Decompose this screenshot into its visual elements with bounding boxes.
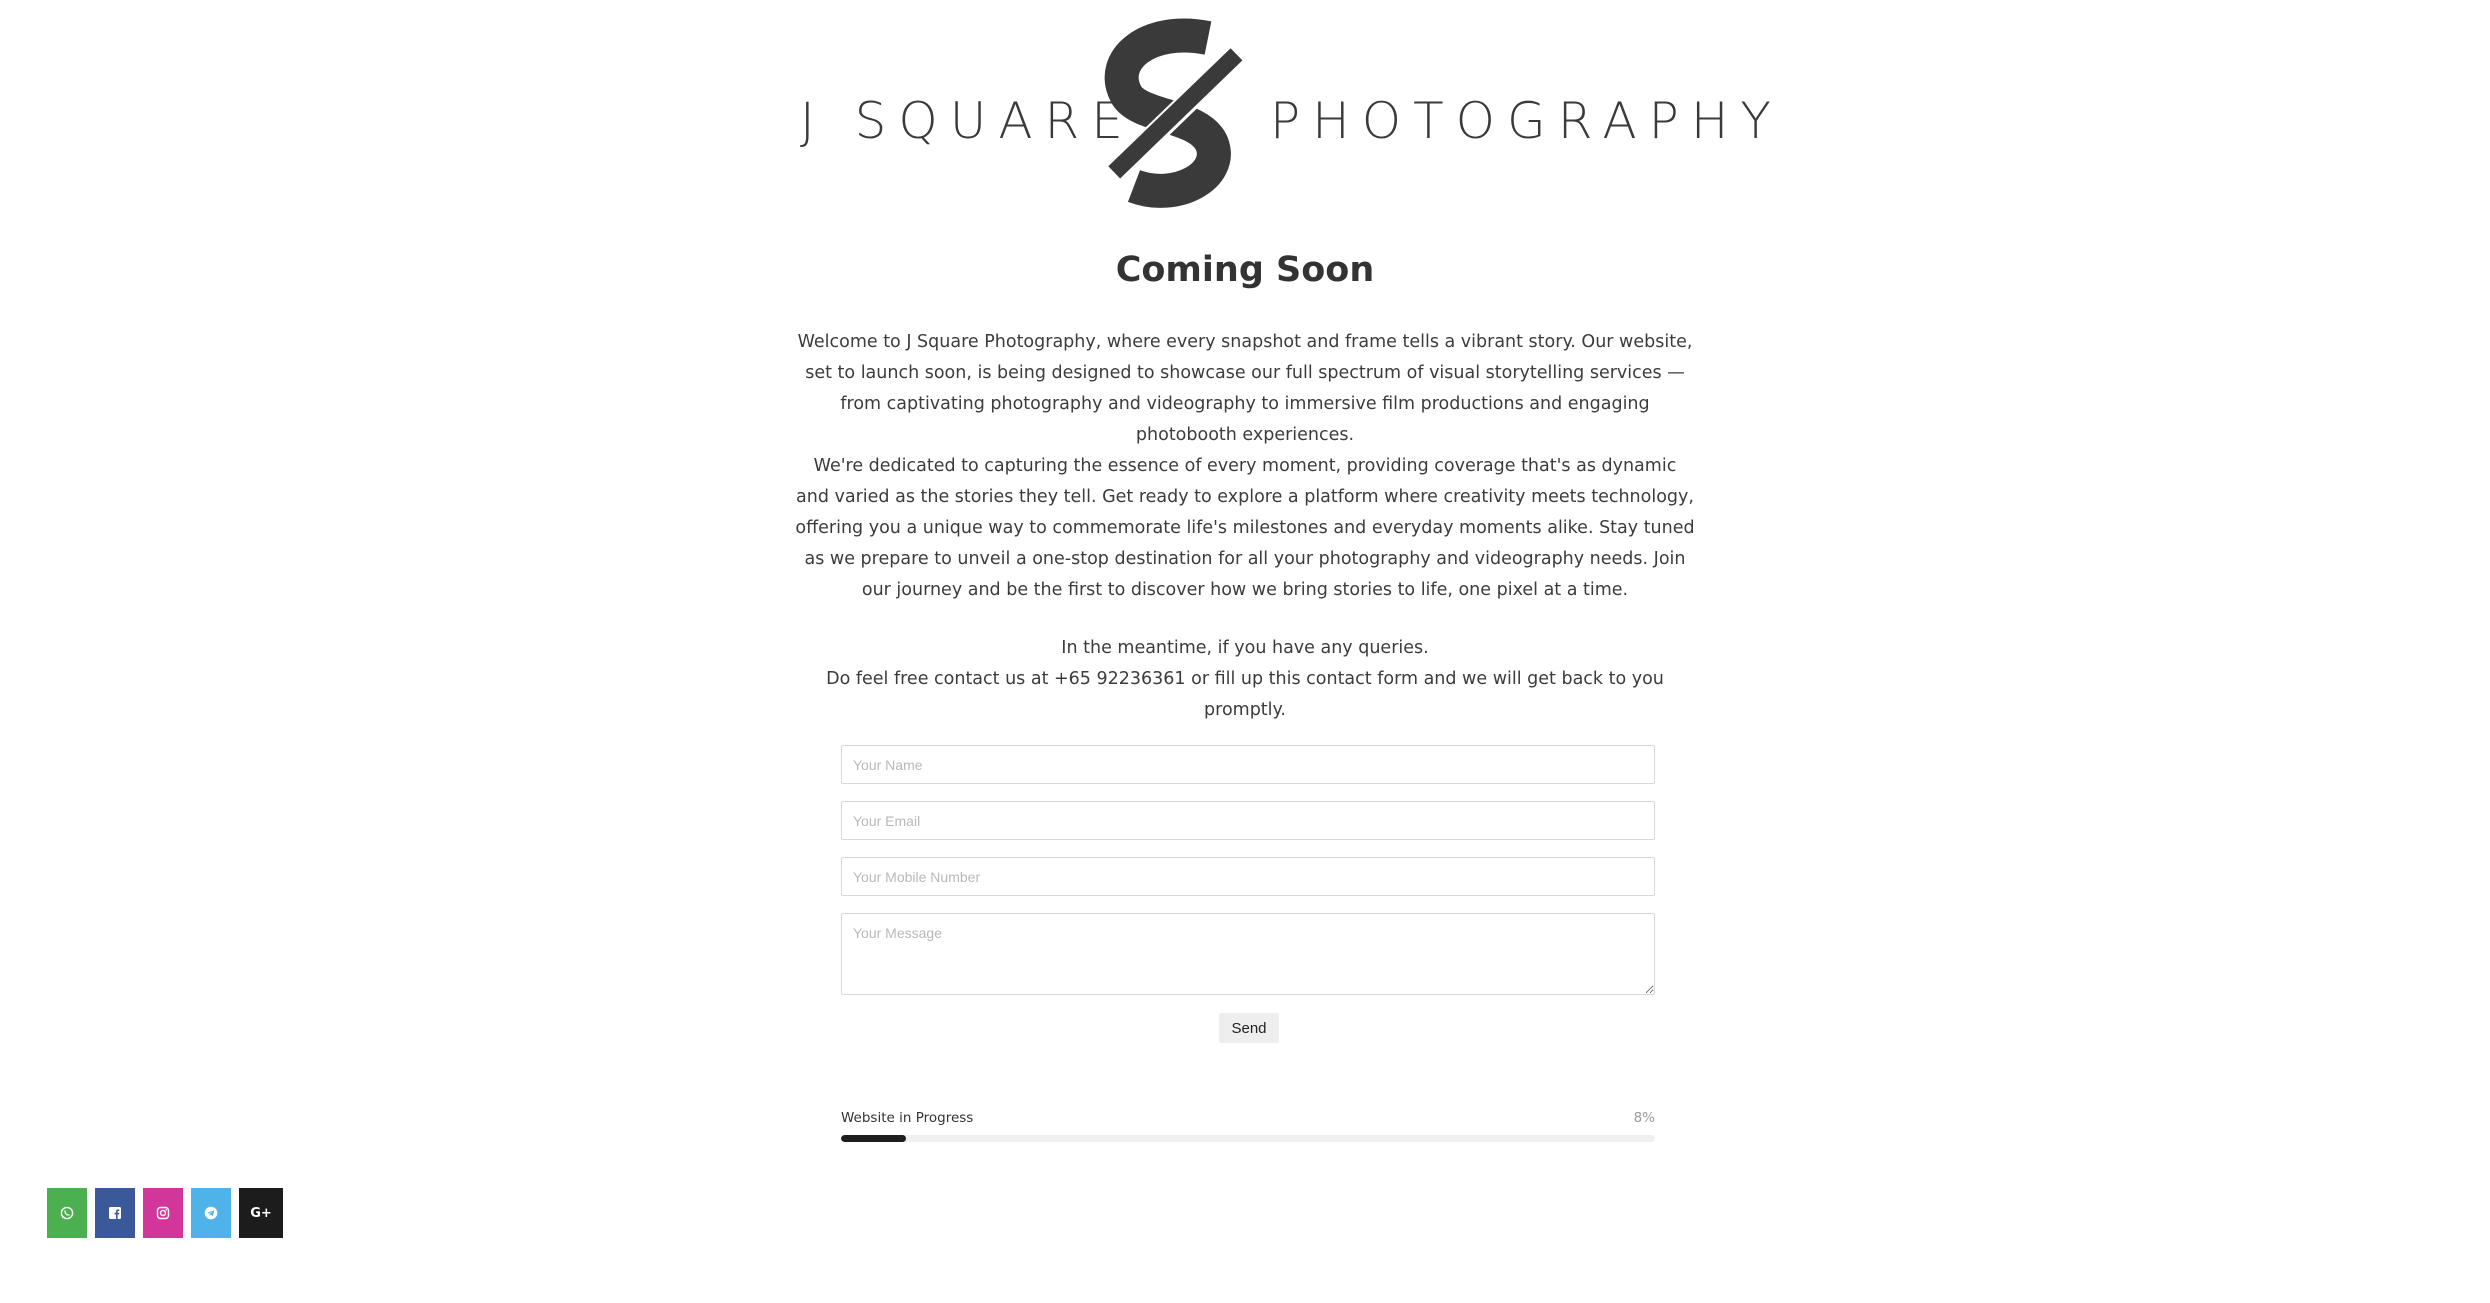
contact-note: In the meantime, if you have any queries… — [795, 633, 1695, 726]
contact-note-line-1: In the meantime, if you have any queries… — [1061, 638, 1429, 658]
send-button[interactable]: Send — [1219, 1013, 1279, 1043]
name-input[interactable] — [841, 745, 1655, 784]
progress-fill — [841, 1135, 907, 1142]
intro-paragraph: Welcome to J Square Photography, where e… — [797, 332, 1693, 445]
page-title: Coming Soon — [1115, 250, 1375, 290]
google-plus-icon: G+ — [250, 1205, 272, 1221]
brand-logo[interactable]: J SQUARE PHOTOGRAPHY — [790, 18, 1771, 208]
email-input[interactable] — [841, 801, 1655, 840]
facebook-button[interactable] — [95, 1188, 135, 1238]
whatsapp-button[interactable] — [47, 1188, 87, 1238]
s-monogram-icon — [1104, 18, 1249, 208]
instagram-button[interactable] — [143, 1188, 183, 1238]
contact-form: Send — [841, 745, 1655, 1043]
mission-paragraph: We're dedicated to capturing the essence… — [795, 456, 1695, 600]
instagram-icon — [156, 1206, 170, 1220]
message-textarea[interactable] — [841, 913, 1655, 995]
coming-soon-page: J SQUARE PHOTOGRAPHY Coming Soon Welcome… — [0, 0, 2490, 1303]
mobile-number-input[interactable] — [841, 857, 1655, 896]
telegram-button[interactable] — [191, 1188, 231, 1238]
telegram-icon — [204, 1206, 218, 1220]
whatsapp-icon — [60, 1206, 74, 1220]
google-plus-button[interactable]: G+ — [239, 1188, 283, 1238]
brand-name-right: PHOTOGRAPHY — [1270, 92, 1783, 150]
progress-track — [841, 1135, 1655, 1142]
facebook-icon — [109, 1207, 121, 1219]
progress-percent: 8% — [1633, 1110, 1655, 1126]
progress-label: Website in Progress — [841, 1110, 974, 1126]
contact-note-line-2: Do feel free contact us at +65 92236361 … — [826, 669, 1664, 720]
brand-name-left: J SQUARE — [800, 92, 1135, 150]
